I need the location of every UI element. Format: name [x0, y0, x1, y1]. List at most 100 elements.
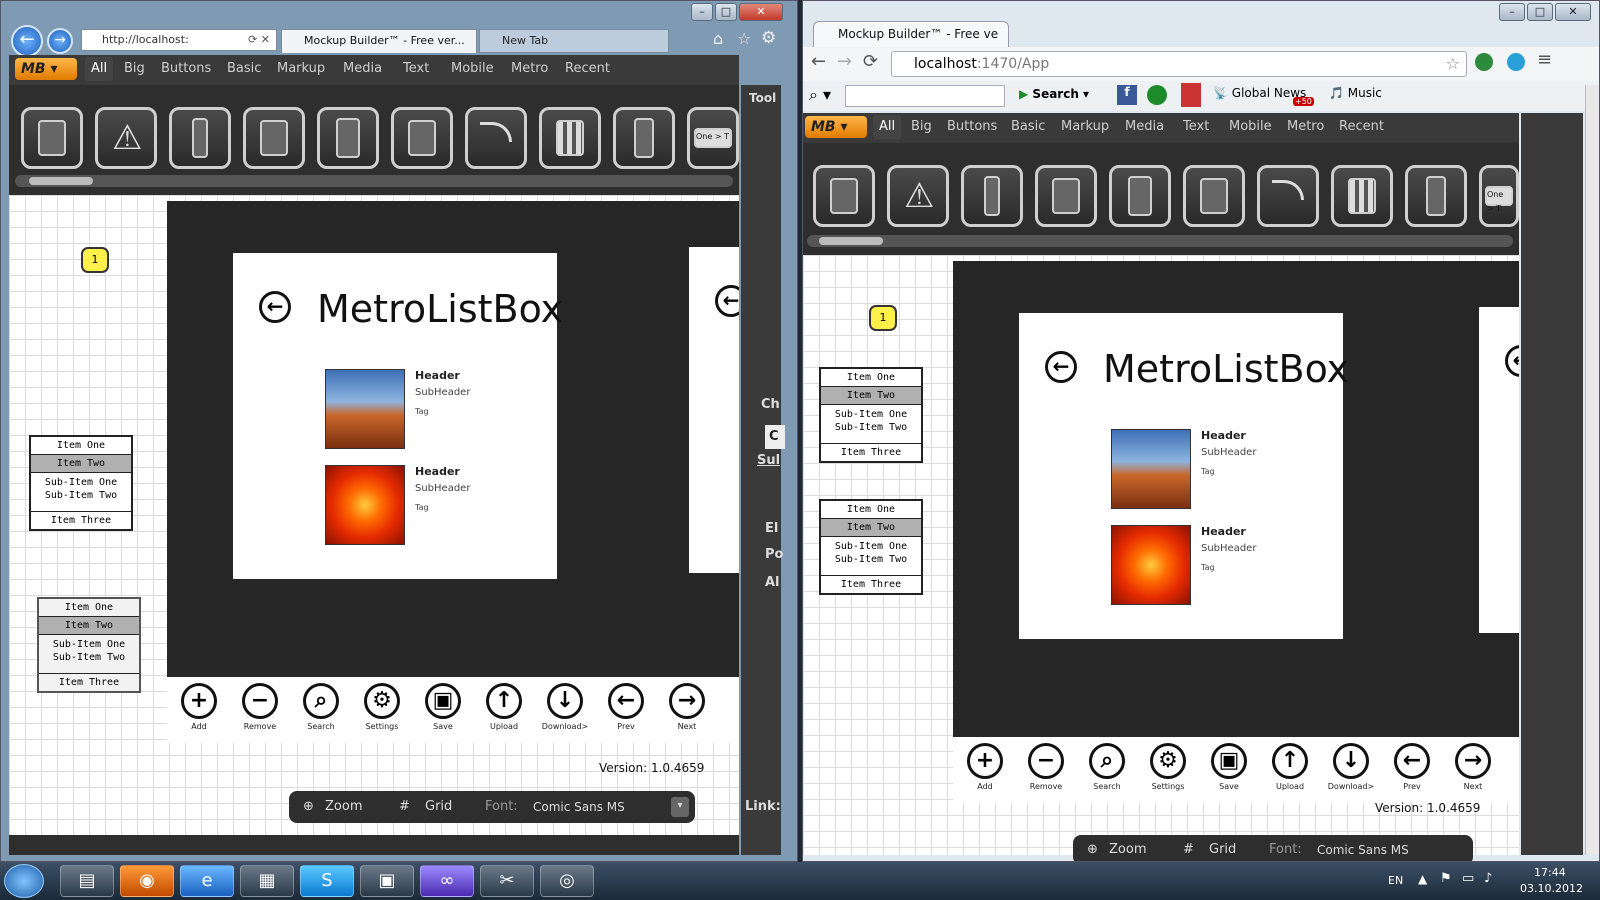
firefox-icon[interactable]: ◉	[120, 865, 174, 897]
tile-list[interactable]	[391, 107, 453, 169]
category-text[interactable]: Text	[403, 55, 429, 83]
toolbox-scrollbar[interactable]	[807, 235, 1513, 247]
maximize-button[interactable]: □	[715, 3, 737, 21]
list-item[interactable]: Item Three	[821, 444, 921, 461]
music-link[interactable]: 🎵 Music	[1329, 86, 1382, 100]
search-button[interactable]: ▶ Search ▾	[1019, 87, 1089, 101]
tile-calculator[interactable]	[1109, 165, 1171, 227]
tile-curve[interactable]	[465, 107, 527, 169]
listbox-widget[interactable]: Item One Item Two Sub-Item One Sub-Item T…	[819, 499, 923, 595]
next-button[interactable]: → Next	[1443, 743, 1503, 791]
design-canvas[interactable]: 1 Item One Item Two Sub-Item One Sub-Item…	[9, 195, 739, 835]
back-icon[interactable]: ←	[811, 51, 826, 72]
list-item[interactable]: Item One	[821, 369, 921, 387]
back-arrow-icon[interactable]: ←	[1045, 351, 1077, 383]
zoom-button[interactable]: Zoom	[325, 791, 362, 823]
volume-icon[interactable]: ♪	[1484, 871, 1492, 886]
search-input[interactable]	[845, 85, 1005, 107]
grid-button[interactable]: Grid	[1209, 835, 1236, 861]
list-subitems[interactable]: Sub-Item One Sub-Item Two	[821, 405, 921, 444]
back-arrow-icon[interactable]: ←	[259, 291, 291, 323]
note-marker[interactable]: 1	[81, 247, 109, 273]
tools-icon[interactable]: ✂	[480, 865, 534, 897]
minimize-button[interactable]: –	[691, 3, 713, 21]
search-button[interactable]: ⌕ Search	[1077, 743, 1137, 791]
action-center-icon[interactable]: ⚑	[1440, 871, 1452, 886]
list-item[interactable]: Item Three	[31, 512, 131, 529]
category-recent[interactable]: Recent	[565, 55, 610, 83]
page-scrollbar[interactable]	[1585, 85, 1599, 855]
metro-mockup[interactable]: ← MetroListBox Header SubHeader Tag Head…	[167, 201, 739, 743]
tile-warning[interactable]: ⚠	[95, 107, 157, 169]
addon-icon[interactable]	[1147, 85, 1167, 105]
chrome-icon[interactable]: ◎	[540, 865, 594, 897]
tile-tablet[interactable]	[243, 107, 305, 169]
category-all[interactable]: All	[873, 115, 902, 139]
tile-curve[interactable]	[1257, 165, 1319, 227]
skype-icon[interactable]: S	[300, 865, 354, 897]
maximize-button[interactable]: □	[1527, 3, 1553, 21]
chrome-address-bar[interactable]: localhost:1470/App ☆	[891, 51, 1467, 77]
category-big[interactable]: Big	[911, 113, 932, 141]
panel-input[interactable]: C	[765, 425, 785, 449]
toolbox-scrollbar[interactable]	[15, 175, 733, 187]
skype-icon[interactable]	[1507, 53, 1525, 71]
list-item[interactable]: Item One	[821, 501, 921, 519]
remove-button[interactable]: − Remove	[1016, 743, 1076, 791]
forward-icon[interactable]: →	[47, 28, 73, 54]
list-item[interactable]: Item One	[31, 437, 131, 455]
forward-icon[interactable]: →	[837, 51, 852, 72]
settings-button[interactable]: ⚙ Settings	[352, 683, 412, 731]
tile-listbox[interactable]	[21, 107, 83, 169]
tile-chart[interactable]	[1331, 165, 1393, 227]
scrollbar-thumb[interactable]	[819, 237, 883, 245]
tile-tabs[interactable]: One > T	[687, 107, 739, 169]
clock-date[interactable]: 03.10.2012	[1520, 882, 1583, 895]
category-recent[interactable]: Recent	[1339, 113, 1384, 141]
download-button[interactable]: ↓ Download>	[535, 683, 595, 731]
tile-phone[interactable]	[961, 165, 1023, 227]
list-item-selected[interactable]: Item Two	[39, 617, 139, 635]
next-button[interactable]: → Next	[657, 683, 717, 731]
scrollbar-thumb[interactable]	[29, 177, 93, 185]
category-mobile[interactable]: Mobile	[451, 55, 494, 83]
tile-blackberry[interactable]	[613, 107, 675, 169]
chevron-down-icon[interactable]: ▾	[671, 797, 689, 817]
list-item[interactable]: Item One	[39, 599, 139, 617]
note-marker[interactable]: 1	[869, 305, 897, 331]
list-subitems[interactable]: Sub-Item One Sub-Item Two	[821, 537, 921, 576]
explorer-icon[interactable]: ▤	[60, 865, 114, 897]
zoom-icon[interactable]: ⊕	[303, 791, 314, 823]
tile-tabs[interactable]: One > T	[1479, 165, 1519, 227]
back-icon[interactable]: ←	[11, 25, 43, 57]
category-markup[interactable]: Markup	[1061, 113, 1109, 141]
extension-icon[interactable]	[1475, 53, 1493, 71]
list-item[interactable]: Item Three	[39, 674, 139, 691]
clock-time[interactable]: 17:44	[1534, 866, 1566, 879]
listbox-widget-selected[interactable]: Item One Item Two Sub-Item One Sub-Item T…	[37, 597, 141, 693]
facebook-icon[interactable]: f	[1117, 85, 1137, 105]
category-media[interactable]: Media	[343, 55, 382, 83]
category-markup[interactable]: Markup	[277, 55, 325, 83]
ie-tab-active[interactable]: Mockup Builder™ - Free ver...	[281, 29, 477, 53]
language-indicator[interactable]: EN	[1388, 874, 1403, 887]
list-item[interactable]: Item Three	[821, 576, 921, 593]
prev-button[interactable]: ← Prev	[1382, 743, 1442, 791]
app-logo[interactable]: MB ▾	[15, 58, 77, 80]
upload-button[interactable]: ↑ Upload	[1260, 743, 1320, 791]
save-button[interactable]: ▣ Save	[413, 683, 473, 731]
category-buttons[interactable]: Buttons	[947, 113, 997, 141]
category-basic[interactable]: Basic	[227, 55, 261, 83]
minimize-button[interactable]: –	[1499, 3, 1525, 21]
tile-listbox[interactable]	[813, 165, 875, 227]
list-subitems[interactable]: Sub-Item One Sub-Item Two	[39, 635, 139, 674]
category-basic[interactable]: Basic	[1011, 113, 1045, 141]
start-button[interactable]	[4, 864, 44, 898]
category-text[interactable]: Text	[1183, 113, 1209, 141]
list-item-selected[interactable]: Item Two	[31, 455, 131, 473]
tile-blackberry[interactable]	[1405, 165, 1467, 227]
add-button[interactable]: + Add	[955, 743, 1015, 791]
tile-tablet[interactable]	[1035, 165, 1097, 227]
listbox-widget[interactable]: Item One Item Two Sub-Item One Sub-Item T…	[819, 367, 923, 463]
refresh-icon[interactable]: ⟳ ✕	[248, 30, 270, 50]
